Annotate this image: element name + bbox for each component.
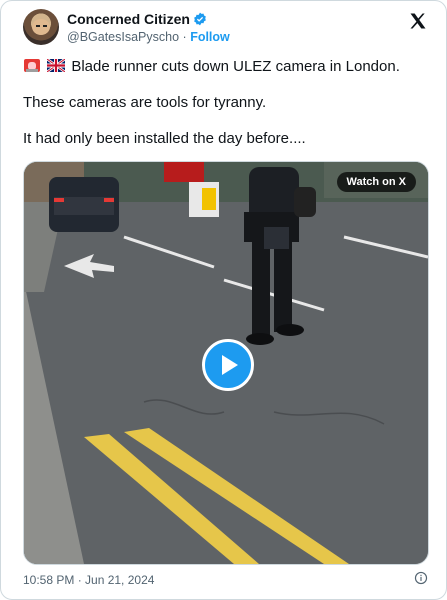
tweet-body: Blade runner cuts down ULEZ camera in Lo… <box>23 57 430 165</box>
tweet-timestamp[interactable]: 10:58 PM · Jun 21, 2024 <box>23 573 154 587</box>
tweet-line-2: These cameras are tools for tyranny. <box>23 94 267 111</box>
x-logo-icon[interactable] <box>408 11 428 31</box>
tweet-line-1: Blade runner cuts down ULEZ camera in Lo… <box>71 58 400 75</box>
info-icon[interactable] <box>414 571 428 585</box>
verified-badge-icon <box>194 12 206 26</box>
rotating-light-emoji <box>24 59 40 72</box>
follow-button[interactable]: Follow <box>190 30 230 44</box>
video-player[interactable]: Watch on X <box>23 161 429 565</box>
watch-on-x-button[interactable]: Watch on X <box>336 172 416 192</box>
avatar[interactable] <box>23 9 59 45</box>
uk-flag-emoji <box>47 59 66 72</box>
author-block: Concerned Citizen @BGatesIsaPyscho · Fol… <box>67 11 230 44</box>
handle-separator: · <box>182 30 187 44</box>
tweet-header: Concerned Citizen @BGatesIsaPyscho · Fol… <box>23 9 432 49</box>
tweet-card: Concerned Citizen @BGatesIsaPyscho · Fol… <box>0 0 447 600</box>
tweet-line-3: It had only been installed the day befor… <box>23 130 306 147</box>
author-name[interactable]: Concerned Citizen <box>67 11 190 27</box>
author-handle[interactable]: @BGatesIsaPyscho <box>67 30 179 44</box>
play-icon[interactable] <box>202 339 254 391</box>
